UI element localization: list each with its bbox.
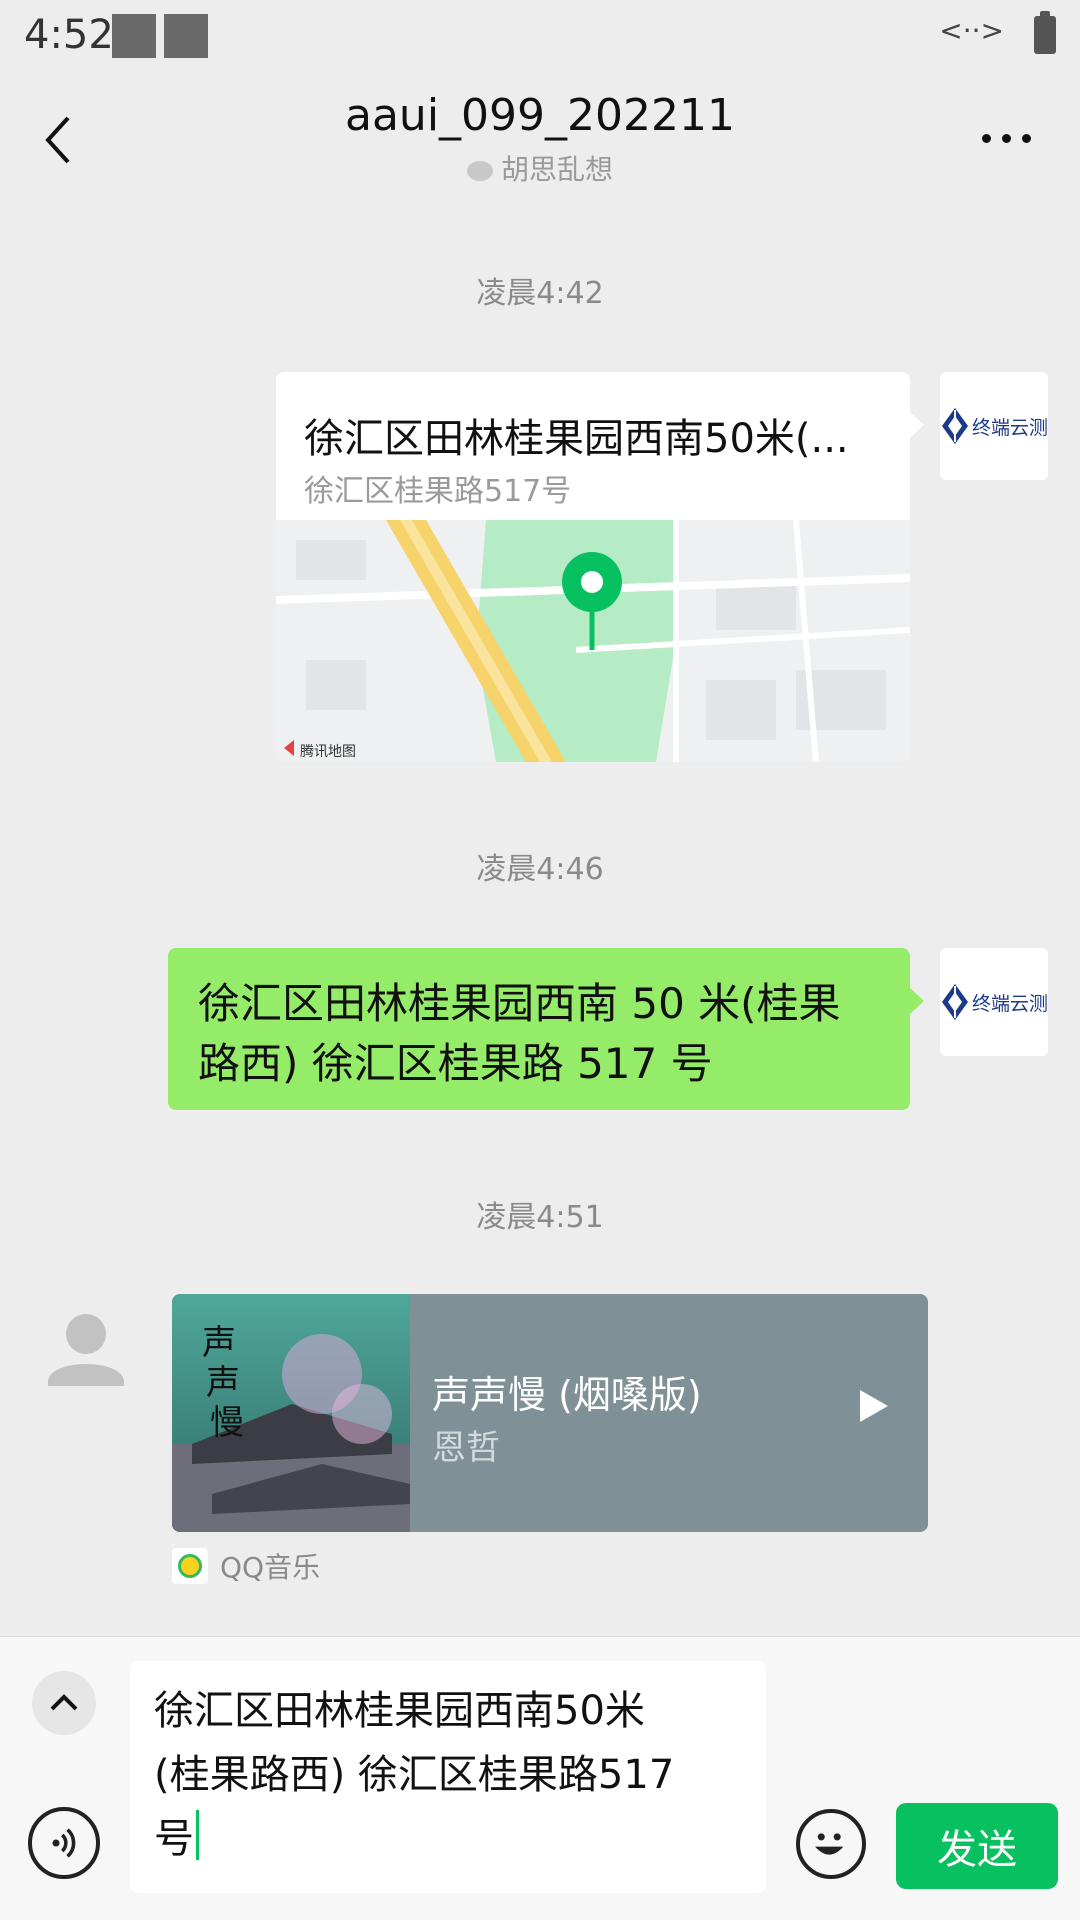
my-avatar[interactable]: 终端云测 xyxy=(940,948,1048,1056)
map-credit: 腾讯地图 xyxy=(300,743,356,760)
text-message-line: 徐汇区田林桂果园西南 50 米(桂果 xyxy=(198,979,841,1028)
contact-avatar[interactable] xyxy=(32,1296,140,1404)
expand-up-icon[interactable] xyxy=(32,1671,96,1735)
avatar-logo-text: 终端云测 xyxy=(972,992,1049,1015)
battery-icon xyxy=(1034,11,1056,54)
location-title: 徐汇区田林桂果园西南50米(... xyxy=(304,416,849,462)
chat-status: 胡思乱想 xyxy=(0,148,1080,188)
svg-text:声: 声 xyxy=(206,1363,240,1403)
status-bubble-icon xyxy=(466,161,493,181)
message-timestamp: 凌晨4:51 xyxy=(476,1200,604,1235)
play-icon[interactable] xyxy=(860,1390,888,1422)
bubble-tail xyxy=(910,988,924,1014)
more-options-icon[interactable] xyxy=(982,128,1034,148)
text-message[interactable]: 徐汇区田林桂果园西南 50 米(桂果 路西) 徐汇区桂果路 517 号 xyxy=(168,948,910,1110)
music-source: QQ音乐 xyxy=(172,1546,320,1586)
chat-title: aaui_099_202211 xyxy=(345,90,735,141)
location-message[interactable]: 徐汇区田林桂果园西南50米(... 徐汇区桂果路517号 腾讯地图 xyxy=(276,372,910,762)
music-message[interactable]: 声 声 慢 声声慢 (烟嗓版) 恩哲 xyxy=(172,1294,928,1532)
text-message-line: 路西) 徐汇区桂果路 517 号 xyxy=(198,1039,713,1088)
bubble-tail xyxy=(910,412,924,438)
data-transfer-icon: <··> xyxy=(939,14,1004,47)
song-title: 声声慢 (烟嗓版) xyxy=(432,1373,702,1417)
message-input[interactable]: 徐汇区田林桂果园西南50米 (桂果路西) 徐汇区桂果路517 号 xyxy=(130,1661,766,1893)
status-time: 4:52 xyxy=(24,12,114,58)
status-bar: 4:52 <··> xyxy=(0,0,1080,76)
input-bar: 徐汇区田林桂果园西南50米 (桂果路西) 徐汇区桂果路517 号 发送 xyxy=(0,1636,1080,1920)
notification-icon xyxy=(164,14,208,58)
send-button[interactable]: 发送 xyxy=(896,1803,1058,1889)
input-line: 号 xyxy=(154,1816,194,1862)
status-text: 胡思乱想 xyxy=(500,153,613,186)
avatar-logo-text: 终端云测 xyxy=(972,416,1049,439)
message-timestamp: 凌晨4:42 xyxy=(476,276,604,311)
input-line: 徐汇区田林桂果园西南50米 xyxy=(154,1688,645,1734)
svg-text:慢: 慢 xyxy=(210,1403,244,1443)
voice-input-icon[interactable] xyxy=(28,1807,100,1879)
logo-mark-icon xyxy=(942,408,968,444)
qq-music-icon xyxy=(172,1548,208,1584)
notification-icon xyxy=(112,14,156,58)
chat-header: aaui_099_202211 胡思乱想 xyxy=(0,76,1080,204)
text-caret xyxy=(196,1810,199,1860)
music-source-label: QQ音乐 xyxy=(220,1551,321,1584)
map-preview: 腾讯地图 xyxy=(276,520,910,762)
logo-mark-icon xyxy=(942,984,968,1020)
message-timestamp: 凌晨4:46 xyxy=(476,852,604,887)
location-address: 徐汇区桂果路517号 xyxy=(304,474,572,509)
input-line: (桂果路西) 徐汇区桂果路517 xyxy=(154,1752,675,1798)
song-artist: 恩哲 xyxy=(432,1428,500,1468)
svg-text:声: 声 xyxy=(202,1323,236,1363)
my-avatar[interactable]: 终端云测 xyxy=(940,372,1048,480)
album-cover: 声 声 慢 xyxy=(172,1294,410,1532)
emoji-icon[interactable] xyxy=(796,1809,866,1879)
